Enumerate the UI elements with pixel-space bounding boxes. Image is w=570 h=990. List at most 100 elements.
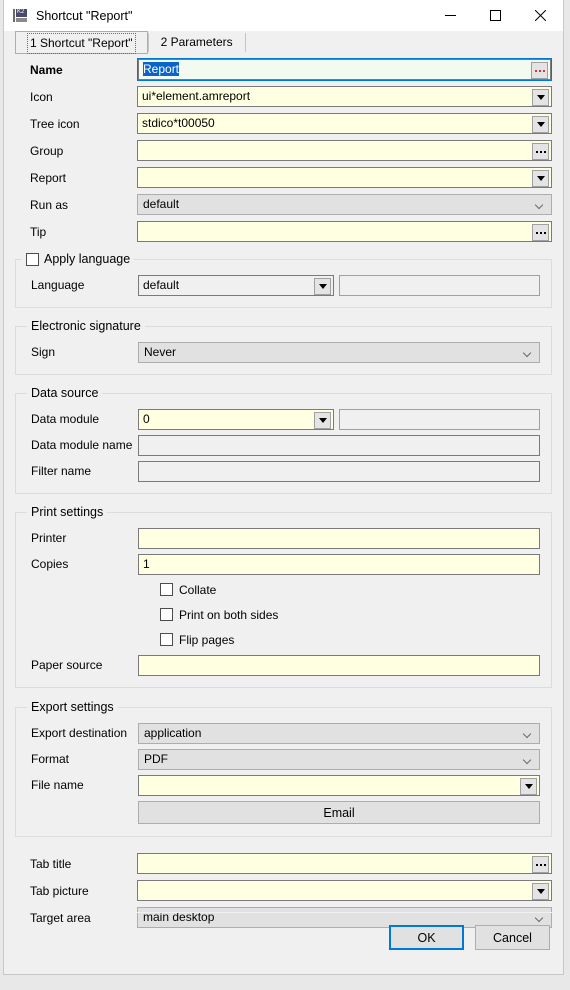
chevron-down-icon xyxy=(536,202,544,207)
collate-label: Collate xyxy=(179,582,217,597)
chevron-down-icon xyxy=(524,757,532,762)
ellipsis-icon xyxy=(535,863,546,866)
group-data-source-header: Data source xyxy=(27,386,103,400)
paper-source-input[interactable] xyxy=(138,654,540,676)
data-module-dropdown-button[interactable] xyxy=(314,411,331,429)
copies-input[interactable]: 1 xyxy=(138,553,540,575)
both-sides-label: Print on both sides xyxy=(179,607,279,622)
flip-pages-checkbox[interactable] xyxy=(160,633,173,646)
file-name-dropdown-button[interactable] xyxy=(520,777,537,795)
tab-parameters[interactable]: 2 Parameters xyxy=(149,31,245,54)
row-filter-name: Filter name xyxy=(16,458,551,484)
tree-icon-dropdown-button[interactable] xyxy=(532,116,549,133)
sign-select[interactable]: Never xyxy=(138,341,540,363)
icon-dropdown-button[interactable] xyxy=(532,89,549,106)
tab-picture-dropdown-button[interactable] xyxy=(532,883,549,900)
report-dropdown-button[interactable] xyxy=(532,170,549,187)
label-format: Format xyxy=(31,752,70,766)
file-name-input[interactable] xyxy=(138,774,540,796)
tab-title-browse-button[interactable] xyxy=(532,856,549,873)
tab-picture-input[interactable] xyxy=(137,880,552,901)
control-data-module: 0 xyxy=(138,408,551,430)
row-format: Format PDF xyxy=(16,746,551,772)
group-input[interactable] xyxy=(137,140,552,161)
control-name: Report xyxy=(137,58,552,81)
row-copies: Copies 1 xyxy=(16,551,551,577)
name-browse-button[interactable] xyxy=(531,62,548,79)
close-icon[interactable] xyxy=(518,0,563,31)
data-module-name-input[interactable] xyxy=(138,434,540,456)
language-dropdown-button[interactable] xyxy=(314,277,331,295)
flip-pages-label: Flip pages xyxy=(179,632,235,647)
control-paper-source xyxy=(138,654,551,676)
language-select[interactable]: default xyxy=(138,274,334,296)
data-module-extra-input[interactable] xyxy=(339,408,540,430)
control-email: Email xyxy=(138,801,551,824)
control-copies: 1 xyxy=(138,553,551,575)
dialog-window: Shortcut "Report" 1 Shortcut "Report" 2 … xyxy=(3,0,564,975)
language-extra-input[interactable] xyxy=(339,274,540,296)
row-run-as: Run as default xyxy=(15,191,552,218)
copies-value: 1 xyxy=(143,556,150,571)
data-module-split: 0 xyxy=(138,408,540,430)
tree-icon-input[interactable]: stdico*t00050 xyxy=(137,113,552,134)
export-destination-select[interactable]: application xyxy=(138,722,540,744)
name-input[interactable]: Report xyxy=(138,59,551,80)
group-apply-language-header: Apply language xyxy=(22,252,135,266)
row-collate[interactable]: Collate xyxy=(16,577,551,602)
tip-browse-button[interactable] xyxy=(532,224,549,241)
icon-input[interactable]: ui*element.amreport xyxy=(137,86,552,107)
filter-name-input[interactable] xyxy=(138,460,540,482)
row-tab-title: Tab title xyxy=(15,850,552,877)
form-body: Name Report Icon ui*element.amreport Tre… xyxy=(4,56,563,245)
row-flip-pages[interactable]: Flip pages xyxy=(16,627,551,652)
row-group: Group xyxy=(15,137,552,164)
label-export-destination: Export destination xyxy=(31,726,128,740)
data-module-extra-wrap xyxy=(339,408,540,430)
label-report: Report xyxy=(30,170,67,185)
label-data-module-name: Data module name xyxy=(31,438,133,452)
row-report: Report xyxy=(15,164,552,191)
chevron-down-icon xyxy=(318,417,327,423)
report-input[interactable] xyxy=(137,167,552,188)
name-focus-ring: Report xyxy=(137,58,552,81)
row-data-module-name: Data module name xyxy=(16,432,551,458)
tree-icon-input-value: stdico*t00050 xyxy=(142,116,215,130)
data-module-select[interactable]: 0 xyxy=(138,408,334,430)
chevron-down-icon xyxy=(318,283,327,289)
label-tab-title: Tab title xyxy=(30,856,72,871)
window-controls xyxy=(428,0,563,31)
label-name: Name xyxy=(30,62,63,77)
group-browse-button[interactable] xyxy=(532,143,549,160)
format-select[interactable]: PDF xyxy=(138,748,540,770)
row-language: Language default xyxy=(16,272,551,298)
chevron-down-icon xyxy=(524,731,532,736)
chevron-down-icon xyxy=(524,350,532,355)
chevron-down-icon xyxy=(536,176,545,181)
run-as-select[interactable]: default xyxy=(137,194,552,215)
label-sign: Sign xyxy=(31,345,56,359)
control-format: PDF xyxy=(138,748,551,770)
control-language: default xyxy=(138,274,551,296)
row-both-sides[interactable]: Print on both sides xyxy=(16,602,551,627)
printer-input[interactable] xyxy=(138,527,540,549)
export-destination-value: application xyxy=(144,725,202,740)
both-sides-checkbox[interactable] xyxy=(160,608,173,621)
control-sign: Never xyxy=(138,341,551,363)
tab-shortcut[interactable]: 1 Shortcut "Report" xyxy=(15,31,148,54)
row-tab-picture: Tab picture xyxy=(15,877,552,904)
minimize-icon[interactable] xyxy=(428,0,473,31)
name-input-value: Report xyxy=(143,62,180,76)
footer-buttons: OK Cancel xyxy=(389,925,550,950)
email-button[interactable]: Email xyxy=(138,801,540,824)
cancel-button[interactable]: Cancel xyxy=(475,925,550,950)
tip-input[interactable] xyxy=(137,221,552,242)
row-file-name: File name xyxy=(16,772,551,798)
collate-checkbox[interactable] xyxy=(160,583,173,596)
tab-title-input[interactable] xyxy=(137,853,552,874)
format-value: PDF xyxy=(144,751,168,766)
apply-language-checkbox[interactable] xyxy=(26,252,39,266)
maximize-icon[interactable] xyxy=(473,0,518,31)
ok-button[interactable]: OK xyxy=(389,925,464,950)
language-value: default xyxy=(143,277,180,292)
